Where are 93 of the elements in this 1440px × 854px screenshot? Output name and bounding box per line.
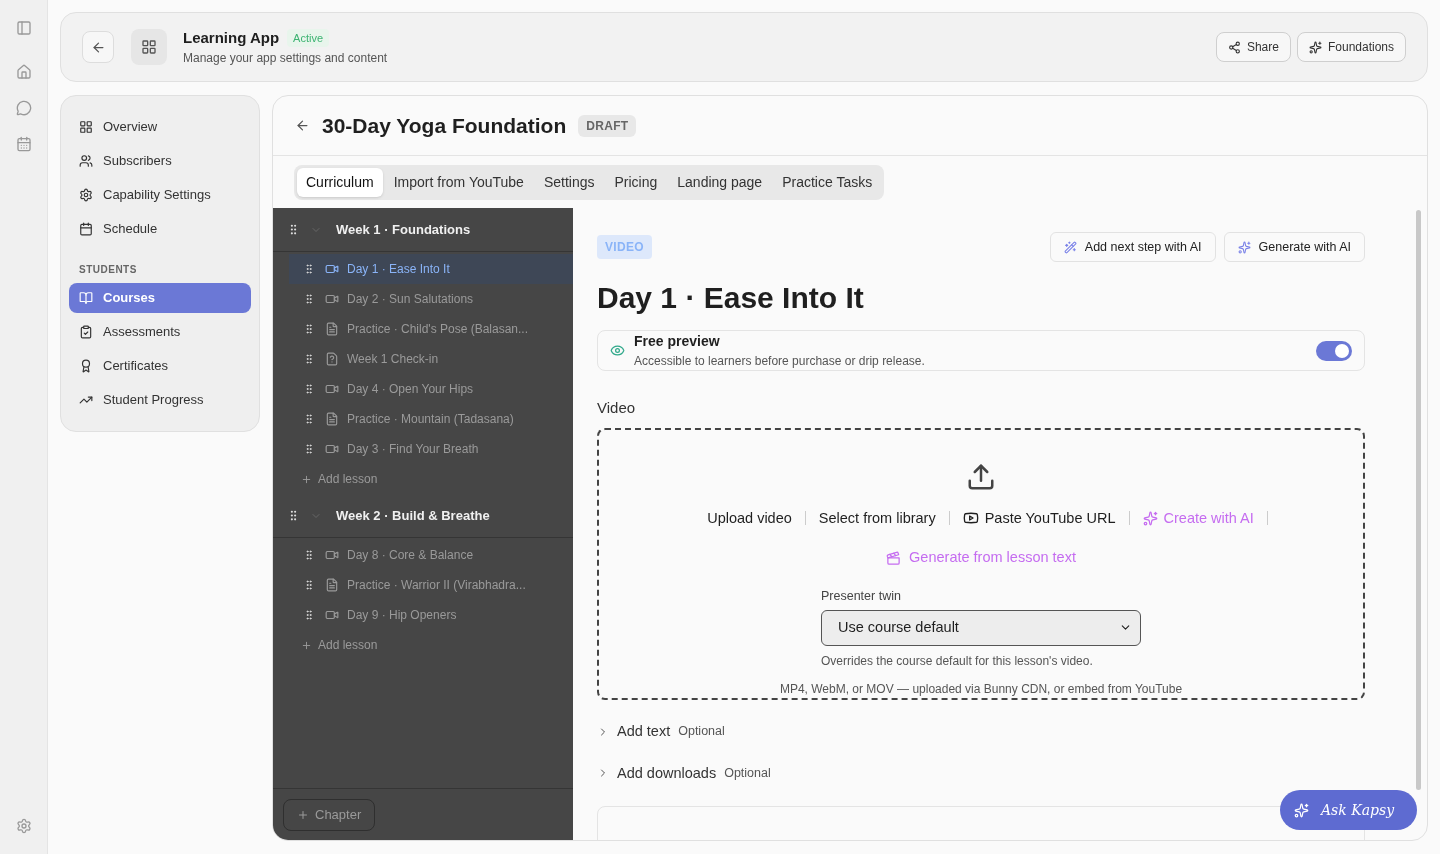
document-icon	[325, 578, 339, 592]
tab[interactable]: Pricing	[605, 167, 667, 197]
chapter-title: Week 1 · Foundations	[336, 220, 471, 239]
upload-dropzone[interactable]	[597, 427, 1365, 700]
video-camera-icon	[325, 442, 339, 456]
clapperboard-icon	[886, 550, 902, 566]
video-camera-icon	[325, 548, 339, 562]
drag-handle-icon	[303, 443, 315, 455]
document-icon	[325, 322, 339, 336]
sparkle-icon	[1294, 802, 1309, 818]
drag-handle-icon	[303, 579, 315, 591]
presenter-label: Presenter twin	[821, 588, 902, 605]
sparkle-icon	[1142, 510, 1158, 526]
section-label: STUDENTS	[78, 263, 138, 277]
tab[interactable]: Curriculum	[297, 167, 383, 197]
nav-item[interactable]: Schedule	[69, 214, 251, 244]
tab[interactable]: Practice Tasks	[773, 167, 882, 197]
share-icon	[1227, 40, 1241, 54]
home-icon[interactable]	[15, 64, 32, 80]
lesson-item[interactable]: Day 1 · Ease Into It	[289, 254, 573, 284]
lesson-title: Day 1 · Ease Into It	[597, 280, 865, 316]
magic-wand-icon	[1063, 240, 1077, 254]
ai-button[interactable]: Generate with AI	[1223, 232, 1365, 262]
drag-handle-icon	[303, 413, 315, 425]
drag-handle-icon	[303, 353, 315, 365]
nav-item[interactable]: Subscribers	[69, 146, 251, 176]
chapter-title: Week 2 · Build & Breathe	[336, 506, 490, 525]
sparkle-icon	[1237, 240, 1251, 254]
back-icon	[90, 39, 106, 55]
nav-item[interactable]: Student Progress	[69, 385, 251, 415]
back-icon[interactable]	[295, 118, 310, 133]
back-button[interactable]	[82, 31, 114, 63]
draft-badge: DRAFT	[578, 114, 637, 137]
type-badge: VIDEO	[597, 235, 652, 259]
presenter-hint: Overrides the course default for this lesson's video.	[821, 652, 1094, 670]
tab[interactable]: Settings	[534, 167, 604, 197]
collapsible-section[interactable]: Add text Optional	[597, 720, 1365, 743]
document-icon	[325, 412, 339, 426]
app-subtitle: Manage your app settings and content	[183, 50, 388, 68]
drag-handle-icon	[303, 263, 315, 275]
nav-icon	[79, 120, 93, 134]
app-icon	[131, 29, 167, 65]
drag-handle-icon	[303, 609, 315, 621]
assistant-button[interactable]: Ask Kapsy	[1280, 790, 1417, 830]
sparkle-icon	[1308, 40, 1322, 54]
optional-label: Optional	[724, 765, 771, 782]
upload-option[interactable]: Paste YouTube URL	[949, 507, 1129, 530]
nav-icon	[79, 325, 93, 339]
plus-icon	[301, 639, 312, 651]
nav-icon	[79, 359, 93, 373]
nav-icon	[79, 154, 93, 168]
presenter-select[interactable]: Use course default	[821, 609, 1141, 646]
upload-option[interactable]: Select from library	[805, 507, 949, 530]
header-button[interactable]: Share	[1215, 32, 1291, 62]
plus-icon	[297, 808, 309, 821]
app-title: Learning App	[183, 27, 280, 48]
status-badge: Active	[287, 28, 330, 48]
plus-icon	[301, 473, 312, 485]
collapsible-section[interactable]: Add downloads Optional	[597, 762, 1365, 785]
video-camera-icon	[325, 608, 339, 622]
ai-button[interactable]: Add next step with AI	[1049, 232, 1216, 262]
nav-item[interactable]: Certificates	[69, 351, 251, 381]
chat-icon[interactable]	[15, 100, 32, 116]
video-label: Video	[597, 398, 637, 418]
header-button[interactable]: Foundations	[1296, 32, 1406, 62]
optional-label: Optional	[678, 723, 725, 741]
nav-icon	[79, 222, 93, 236]
nav-item[interactable]: Assessments	[69, 317, 251, 347]
nav-icon	[79, 291, 93, 305]
drag-handle-icon	[303, 323, 315, 335]
calendar-icon[interactable]	[15, 136, 32, 152]
video-camera-icon	[325, 292, 339, 306]
drag-handle-icon	[303, 293, 315, 305]
tab[interactable]: Landing page	[668, 167, 772, 197]
sidebar-toggle-icon[interactable]	[15, 20, 32, 36]
toggle-switch[interactable]	[1316, 340, 1352, 361]
preview-title: Free preview	[634, 332, 721, 351]
course-title: 30-Day Yoga Foundation	[322, 112, 567, 139]
eye-icon	[610, 343, 625, 358]
tab[interactable]: Import from YouTube	[384, 167, 533, 197]
nav-item[interactable]: Capability Settings	[69, 180, 251, 210]
question-file-icon	[325, 352, 339, 366]
video-camera-icon	[325, 262, 339, 276]
nav-item[interactable]: Overview	[69, 112, 251, 142]
preview-description: Accessible to learners before purchase or drip release.	[634, 353, 925, 370]
settings-icon[interactable]	[15, 818, 32, 834]
video-camera-icon	[325, 382, 339, 396]
nav-icon	[79, 188, 93, 202]
drag-handle-icon	[303, 549, 315, 561]
nav-item[interactable]: Courses	[69, 283, 251, 313]
drag-handle-icon	[303, 383, 315, 395]
upload-option[interactable]: Upload video	[694, 507, 805, 530]
format-note: MP4, WebM, or MOV — uploaded via Bunny CDN, or embed from YouTube	[779, 680, 1183, 698]
